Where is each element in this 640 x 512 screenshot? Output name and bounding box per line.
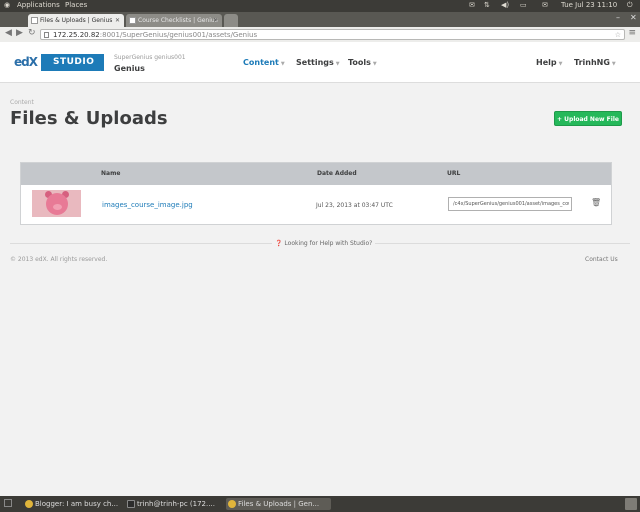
tab-label: Course Checklists | Genius [138,17,218,24]
keyboard-indicator-icon[interactable]: ✉ [542,1,548,9]
minimize-icon[interactable]: – [616,13,620,22]
workspace-switcher-icon[interactable] [625,498,637,510]
chevron-down-icon: ▼ [280,61,285,67]
power-icon[interactable]: ⏻ [627,1,633,10]
help-link-label: Looking for Help with Studio? [284,240,373,247]
new-tab-button[interactable] [224,14,238,27]
tab-label: Files & Uploads | Genius [40,17,113,24]
page-title: Files & Uploads [10,108,168,129]
back-icon[interactable]: ◀ [5,28,12,38]
chrome-icon [25,500,33,508]
asset-thumbnail[interactable] [32,190,81,217]
system-top-panel: ◉ Applications Places ✉ ⇅ ◀) ▭ ✉ Tue Jul… [0,0,640,12]
bookmark-star-icon[interactable]: ☆ [615,30,621,41]
upload-button-label: Upload New File [564,116,619,123]
taskbar-label: Blogger: I am busy ch... [35,500,119,508]
taskbar-item-blogger[interactable]: Blogger: I am busy ch... [23,498,128,510]
taskbar-label: trinh@trinh-pc (172.... [137,500,215,508]
nav-label: Content [243,58,279,67]
applications-menu[interactable]: Applications [17,1,60,9]
chevron-down-icon: ▼ [611,61,616,67]
tab-course-checklists[interactable]: Course Checklists | Genius ✕ [126,14,222,27]
network-indicator-icon[interactable]: ⇅ [484,1,490,9]
page-content: edX STUDIO SuperGenius genius001 Genius … [0,42,640,496]
wrench-menu-icon[interactable]: ≡ [628,28,636,38]
reload-icon[interactable]: ↻ [28,28,36,38]
taskbar-item-files-uploads[interactable]: Files & Uploads | Gen... [226,498,331,510]
close-tab-icon[interactable]: ✕ [115,14,120,27]
asset-url-field[interactable] [448,197,572,211]
address-bar[interactable]: 172.25.20.82:8001/SuperGenius/genius001/… [40,29,625,40]
mail-indicator-icon[interactable]: ✉ [469,1,475,9]
plus-icon: + [557,116,563,123]
tab-files-uploads[interactable]: Files & Uploads | Genius ✕ [28,14,124,27]
url-host: 172.25.20.82 [53,31,100,39]
page-subtitle: Content [10,99,34,106]
close-window-icon[interactable]: ✕ [630,13,637,22]
table-header: Name Date Added URL [21,163,611,185]
chevron-down-icon: ▼ [558,61,563,67]
chrome-icon [228,500,236,508]
nav-label: Settings [296,58,334,67]
upload-new-file-button[interactable]: + Upload New File [554,111,622,126]
chevron-down-icon: ▼ [335,61,340,67]
table-row: images_course_image.jpg Jul 23, 2013 at … [21,185,611,224]
column-header-date: Date Added [317,170,357,177]
nav-label: Help [536,58,557,67]
logo-studio-text: STUDIO [41,54,105,71]
places-menu[interactable]: Places [65,1,87,9]
studio-header: edX STUDIO SuperGenius genius001 Genius … [0,42,640,83]
close-tab-icon[interactable]: ✕ [213,14,218,27]
contact-us-link[interactable]: Contact Us [585,256,618,263]
battery-indicator-icon[interactable]: ▭ [520,1,527,9]
page-favicon-icon [129,17,136,24]
clock[interactable]: Tue Jul 23 11:10 [561,1,617,9]
column-header-url: URL [447,170,461,177]
question-icon: ❓ [275,240,283,247]
logo-edx-text: edX [14,55,38,69]
browser-toolbar: ◀ ▶ ↻ 172.25.20.82:8001/SuperGenius/geni… [0,27,640,43]
nav-content-menu[interactable]: Content ▼ [243,58,285,67]
page-info-icon[interactable] [44,32,49,38]
course-name[interactable]: Genius [114,64,145,73]
nav-label: Tools [348,58,371,67]
column-header-name: Name [101,170,121,177]
show-desktop-icon[interactable] [4,499,12,507]
taskbar-label: Files & Uploads | Gen... [238,500,320,508]
nav-help-menu[interactable]: Help ▼ [536,58,562,67]
nav-label: TrinhNG [574,58,610,67]
help-link[interactable]: ❓ Looking for Help with Studio? [272,240,376,247]
volume-indicator-icon[interactable]: ◀) [501,1,509,9]
nav-tools-menu[interactable]: Tools ▼ [348,58,377,67]
nav-settings-menu[interactable]: Settings ▼ [296,58,340,67]
page-favicon-icon [31,17,38,24]
ubuntu-logo-icon[interactable]: ◉ [4,1,10,9]
trash-icon[interactable]: 🗑 [591,198,601,207]
nav-user-menu[interactable]: TrinhNG ▼ [574,58,616,67]
browser-tab-strip: Files & Uploads | Genius ✕ Course Checkl… [0,12,640,27]
chevron-down-icon: ▼ [372,61,377,67]
copyright-text: © 2013 edX. All rights reserved. [10,256,108,263]
asset-date-added: Jul 23, 2013 at 03:47 UTC [316,202,393,209]
thumbnail-pig-snout [53,204,62,210]
taskbar-item-terminal[interactable]: trinh@trinh-pc (172.... [125,498,229,510]
url-path: :8001/SuperGenius/genius001/assets/Geniu… [99,31,258,39]
terminal-icon [127,500,135,508]
bottom-taskbar: Blogger: I am busy ch... trinh@trinh-pc … [0,496,640,512]
course-org: SuperGenius genius001 [114,54,186,61]
asset-filename-link[interactable]: images_course_image.jpg [102,201,193,209]
forward-icon[interactable]: ▶ [16,28,23,38]
assets-table: Name Date Added URL images_course_image.… [20,162,612,225]
